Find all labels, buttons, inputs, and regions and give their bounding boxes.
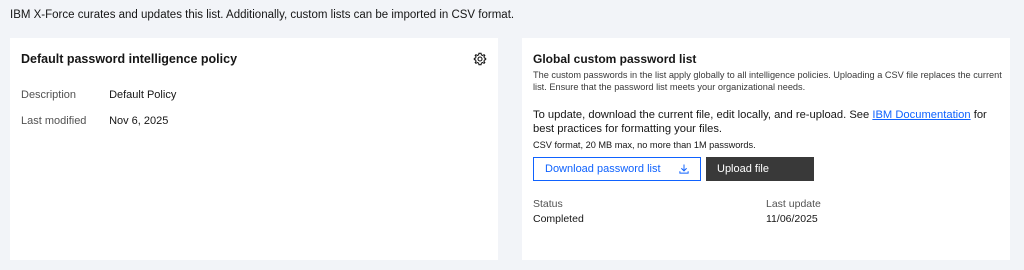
last-update-label: Last update [766, 198, 821, 210]
ibm-documentation-link[interactable]: IBM Documentation [872, 109, 970, 121]
upload-file-button[interactable]: Upload file [706, 157, 814, 181]
last-modified-row: Last modified Nov 6, 2025 [21, 115, 168, 127]
update-instructions: To update, download the current file, ed… [533, 108, 1003, 136]
update-prefix: To update, download the current file, ed… [533, 109, 873, 121]
policy-card-title: Default password intelligence policy [21, 52, 238, 66]
custom-list-title: Global custom password list [533, 52, 697, 66]
last-update-value: 11/06/2025 [766, 213, 818, 225]
description-row: Description Default Policy [21, 89, 176, 101]
custom-list-card: Global custom password list The custom p… [522, 38, 1010, 260]
gear-icon[interactable] [473, 52, 487, 66]
last-modified-value: Nov 6, 2025 [109, 115, 169, 127]
last-modified-label: Last modified [21, 115, 87, 127]
status-value: Completed [533, 213, 584, 225]
custom-list-description: The custom passwords in the list apply g… [533, 70, 1002, 92]
status-label: Status [533, 198, 563, 210]
intro-text: IBM X-Force curates and updates this lis… [10, 9, 515, 21]
download-password-list-button[interactable]: Download password list [533, 157, 701, 181]
format-note: CSV format, 20 MB max, no more than 1M p… [533, 140, 756, 150]
download-button-label: Download password list [545, 163, 661, 175]
download-icon [679, 164, 689, 174]
description-label: Description [21, 89, 77, 101]
policy-card: Default password intelligence policy Des… [10, 38, 498, 260]
description-value: Default Policy [109, 89, 177, 101]
